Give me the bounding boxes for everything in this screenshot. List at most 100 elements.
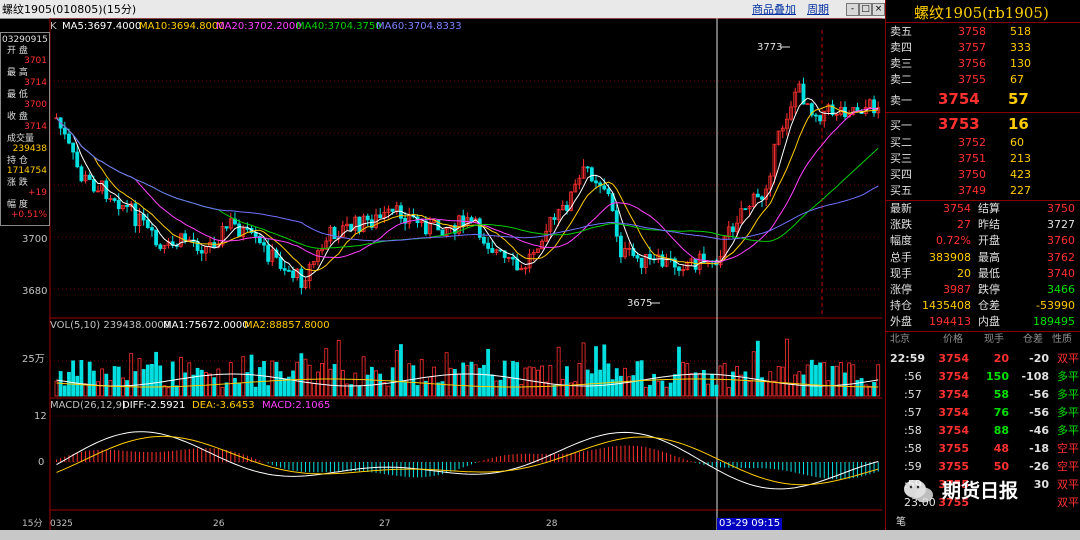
candle-body bbox=[133, 203, 138, 227]
tick-oi-change: -56 bbox=[1029, 388, 1049, 401]
ask-label: 卖一 bbox=[890, 94, 912, 107]
ma5-readout: MA5:3697.4000 bbox=[62, 21, 142, 32]
tick-nature: 空平 bbox=[1057, 460, 1079, 473]
volume-bar bbox=[174, 385, 179, 397]
candle-body bbox=[482, 236, 486, 244]
bid-volume: 227 bbox=[1010, 184, 1031, 197]
minimize-icon[interactable]: - bbox=[846, 3, 859, 16]
ask-volume: 518 bbox=[1010, 25, 1031, 38]
volume-bar bbox=[83, 383, 88, 397]
volume-bar bbox=[137, 358, 142, 397]
volume-bar bbox=[486, 348, 491, 397]
volume-bar bbox=[125, 380, 129, 397]
volume-bar bbox=[851, 364, 856, 397]
tick-volume: 150 bbox=[986, 370, 1009, 383]
tick-oi-change: -18 bbox=[1029, 442, 1049, 455]
candle-body bbox=[589, 167, 594, 182]
bid-label: 买四 bbox=[890, 168, 912, 181]
tick-tab[interactable]: 笔 bbox=[896, 518, 906, 528]
tick-oi-change: -56 bbox=[1029, 406, 1049, 419]
volume-bar bbox=[452, 368, 457, 397]
volume-bar bbox=[814, 364, 818, 397]
stat-label: 最低 bbox=[978, 266, 1000, 280]
volume-bar bbox=[324, 348, 329, 397]
stat-label: 昨结 bbox=[978, 218, 1000, 232]
volume-bar bbox=[548, 364, 553, 397]
stat-value: 20 bbox=[957, 266, 971, 280]
volume-bar bbox=[336, 340, 341, 397]
info-oi: 1714754 bbox=[6, 166, 47, 176]
volume-bar bbox=[706, 383, 710, 397]
maximize-icon[interactable]: □ bbox=[859, 3, 872, 16]
candle-body bbox=[743, 208, 748, 211]
volume-bar bbox=[436, 382, 441, 397]
x-date-28: 28 bbox=[546, 519, 558, 529]
ask-label: 卖五 bbox=[890, 25, 912, 38]
volume-bar bbox=[589, 373, 594, 397]
volume-bar bbox=[374, 370, 378, 397]
ask-label: 卖四 bbox=[890, 41, 912, 54]
volume-bar bbox=[660, 380, 665, 397]
kline-chart-area[interactable] bbox=[0, 18, 885, 530]
period-link[interactable]: 周期 bbox=[807, 4, 829, 15]
info-open: 3701 bbox=[24, 56, 47, 66]
ma10-readout: MA10:3694.8000 bbox=[139, 21, 225, 32]
volume-bars-layer bbox=[54, 338, 881, 397]
ask-volume: 67 bbox=[1010, 73, 1024, 86]
volume-bar bbox=[75, 375, 80, 397]
volume-bar bbox=[129, 353, 134, 397]
candle-body bbox=[602, 185, 607, 190]
volume-bar bbox=[818, 362, 822, 397]
volume-bar bbox=[166, 387, 171, 397]
volume-bar bbox=[693, 372, 698, 397]
tick-oi-change: -46 bbox=[1029, 424, 1049, 437]
stat-label: 涨停 bbox=[890, 283, 912, 296]
volume-bar bbox=[96, 381, 100, 397]
volume-bar bbox=[768, 371, 773, 397]
candle-body bbox=[71, 142, 75, 153]
candle-body bbox=[154, 229, 159, 246]
volume-bar bbox=[104, 373, 109, 397]
kline-chart-svg[interactable] bbox=[0, 18, 885, 530]
volume-bar bbox=[494, 380, 499, 397]
volume-bar bbox=[378, 373, 383, 397]
info-chg: +19 bbox=[28, 188, 47, 198]
candle-body bbox=[150, 227, 154, 231]
tick-volume: 50 bbox=[993, 460, 1009, 473]
volume-bar bbox=[233, 377, 237, 397]
wechat-icon bbox=[904, 480, 933, 503]
volume-bar bbox=[718, 365, 723, 397]
info-vol-label: 成交量 bbox=[7, 134, 35, 144]
volume-bar bbox=[477, 367, 482, 397]
volume-bar bbox=[440, 381, 445, 397]
volume-bar bbox=[465, 365, 470, 397]
candle-body bbox=[349, 223, 354, 231]
status-bar bbox=[0, 530, 1080, 540]
info-pct-label: 幅 度 bbox=[7, 200, 28, 210]
ma-lines-layer bbox=[56, 46, 879, 490]
ask-label: 卖三 bbox=[890, 57, 912, 70]
volume-bar bbox=[428, 376, 432, 397]
info-pct: +0.51% bbox=[10, 210, 47, 220]
candle-body bbox=[619, 235, 623, 258]
tick-header-oi: 仓差 bbox=[1023, 334, 1043, 345]
volume-bar bbox=[154, 351, 159, 397]
volume-bar bbox=[785, 338, 789, 397]
volume-bar bbox=[834, 365, 839, 397]
volume-bar bbox=[179, 357, 183, 397]
close-icon[interactable]: × bbox=[872, 3, 885, 16]
product-overlay-link[interactable]: 商品叠加 bbox=[752, 4, 796, 15]
volume-bar bbox=[62, 385, 67, 397]
ma40-line bbox=[56, 117, 879, 249]
volume-bar bbox=[411, 365, 416, 397]
stat-label: 开盘 bbox=[978, 234, 1000, 248]
candle-body bbox=[91, 179, 96, 192]
volume-bar bbox=[299, 353, 304, 397]
candle-body bbox=[639, 257, 644, 268]
volume-bar bbox=[469, 361, 474, 397]
macd-diff: DIFF:-2.5921 bbox=[122, 400, 186, 411]
candle-body bbox=[469, 217, 474, 222]
tick-time: :57 bbox=[904, 388, 922, 401]
volume-bar bbox=[187, 362, 192, 397]
bid-volume: 16 bbox=[1008, 115, 1029, 133]
